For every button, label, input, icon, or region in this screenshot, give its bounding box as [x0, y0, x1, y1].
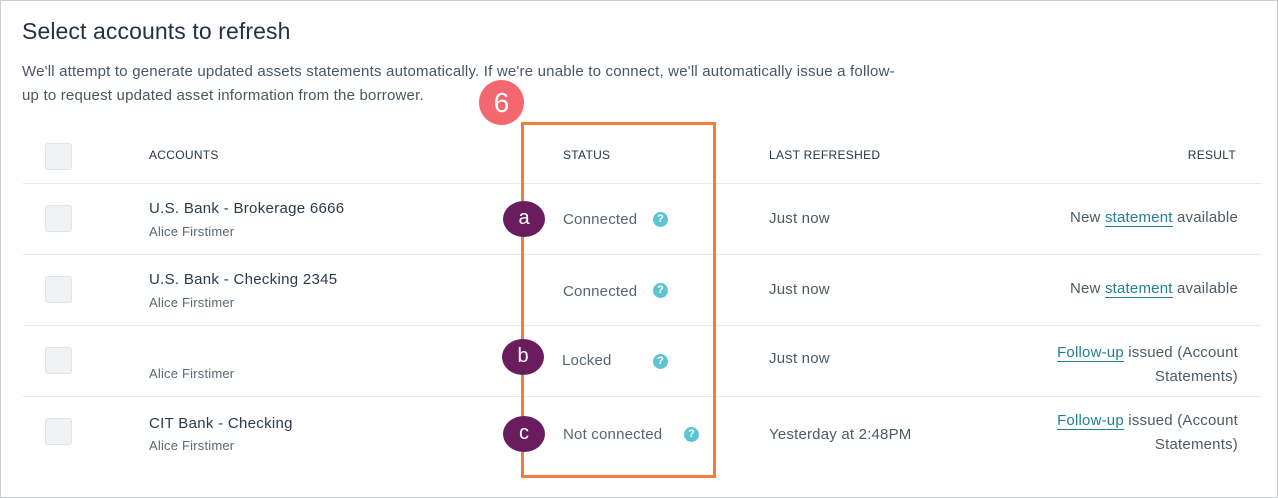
- page-title: Select accounts to refresh: [22, 18, 291, 44]
- last-refreshed: Just now: [769, 350, 830, 367]
- last-refreshed: Just now: [769, 281, 830, 298]
- row-checkbox[interactable]: [45, 205, 72, 232]
- select-all-checkbox[interactable]: [45, 143, 72, 170]
- account-owner: Alice Firstimer: [149, 438, 235, 453]
- result-suffix: available: [1176, 280, 1238, 297]
- result-text: New statement available: [1070, 277, 1238, 301]
- follow-up-link[interactable]: Follow-up: [1057, 344, 1124, 362]
- result-suffix: available: [1176, 209, 1238, 226]
- account-name: CIT Bank - Checking: [149, 415, 293, 432]
- result-text: New statement available: [1070, 206, 1238, 230]
- result-suffix: issued (Account: [1128, 344, 1238, 361]
- statement-link[interactable]: statement: [1104, 209, 1173, 227]
- result-line2: Statements): [1154, 436, 1238, 453]
- column-header-result[interactable]: RESULT: [1188, 148, 1236, 162]
- account-name: U.S. Bank - Checking 2345: [149, 271, 338, 288]
- row-checkbox[interactable]: [45, 418, 72, 445]
- row-checkbox[interactable]: [45, 276, 72, 303]
- last-refreshed: Just now: [769, 210, 830, 227]
- follow-up-link[interactable]: Follow-up: [1057, 412, 1124, 430]
- result-text: Follow-up issued (Account Statements): [1057, 409, 1238, 457]
- result-prefix: New: [1069, 280, 1101, 297]
- refresh-accounts-panel: Select accounts to refresh We'll attempt…: [0, 0, 1278, 498]
- last-refreshed: Yesterday at 2:48PM: [769, 426, 912, 443]
- result-text: Follow-up issued (Account Statements): [1057, 341, 1238, 389]
- result-line2: Statements): [1154, 368, 1238, 385]
- callout-a-marker: a: [503, 201, 545, 237]
- account-name: U.S. Bank - Brokerage 6666: [149, 200, 345, 217]
- row-checkbox[interactable]: [45, 347, 72, 374]
- result-prefix: New: [1069, 209, 1101, 226]
- account-owner: Alice Firstimer: [149, 366, 235, 381]
- callout-b-marker: b: [502, 339, 544, 375]
- step-number-badge: 6: [479, 80, 524, 125]
- column-header-last-refreshed[interactable]: LAST REFRESHED: [769, 148, 880, 162]
- result-suffix: issued (Account: [1128, 412, 1238, 429]
- account-owner: Alice Firstimer: [149, 295, 235, 310]
- page-description: We'll attempt to generate updated assets…: [22, 63, 895, 104]
- callout-c-marker: c: [503, 416, 545, 452]
- status-column-highlight: [521, 122, 716, 478]
- column-header-accounts[interactable]: ACCOUNTS: [149, 148, 219, 162]
- statement-link[interactable]: statement: [1104, 280, 1173, 298]
- account-owner: Alice Firstimer: [149, 224, 235, 239]
